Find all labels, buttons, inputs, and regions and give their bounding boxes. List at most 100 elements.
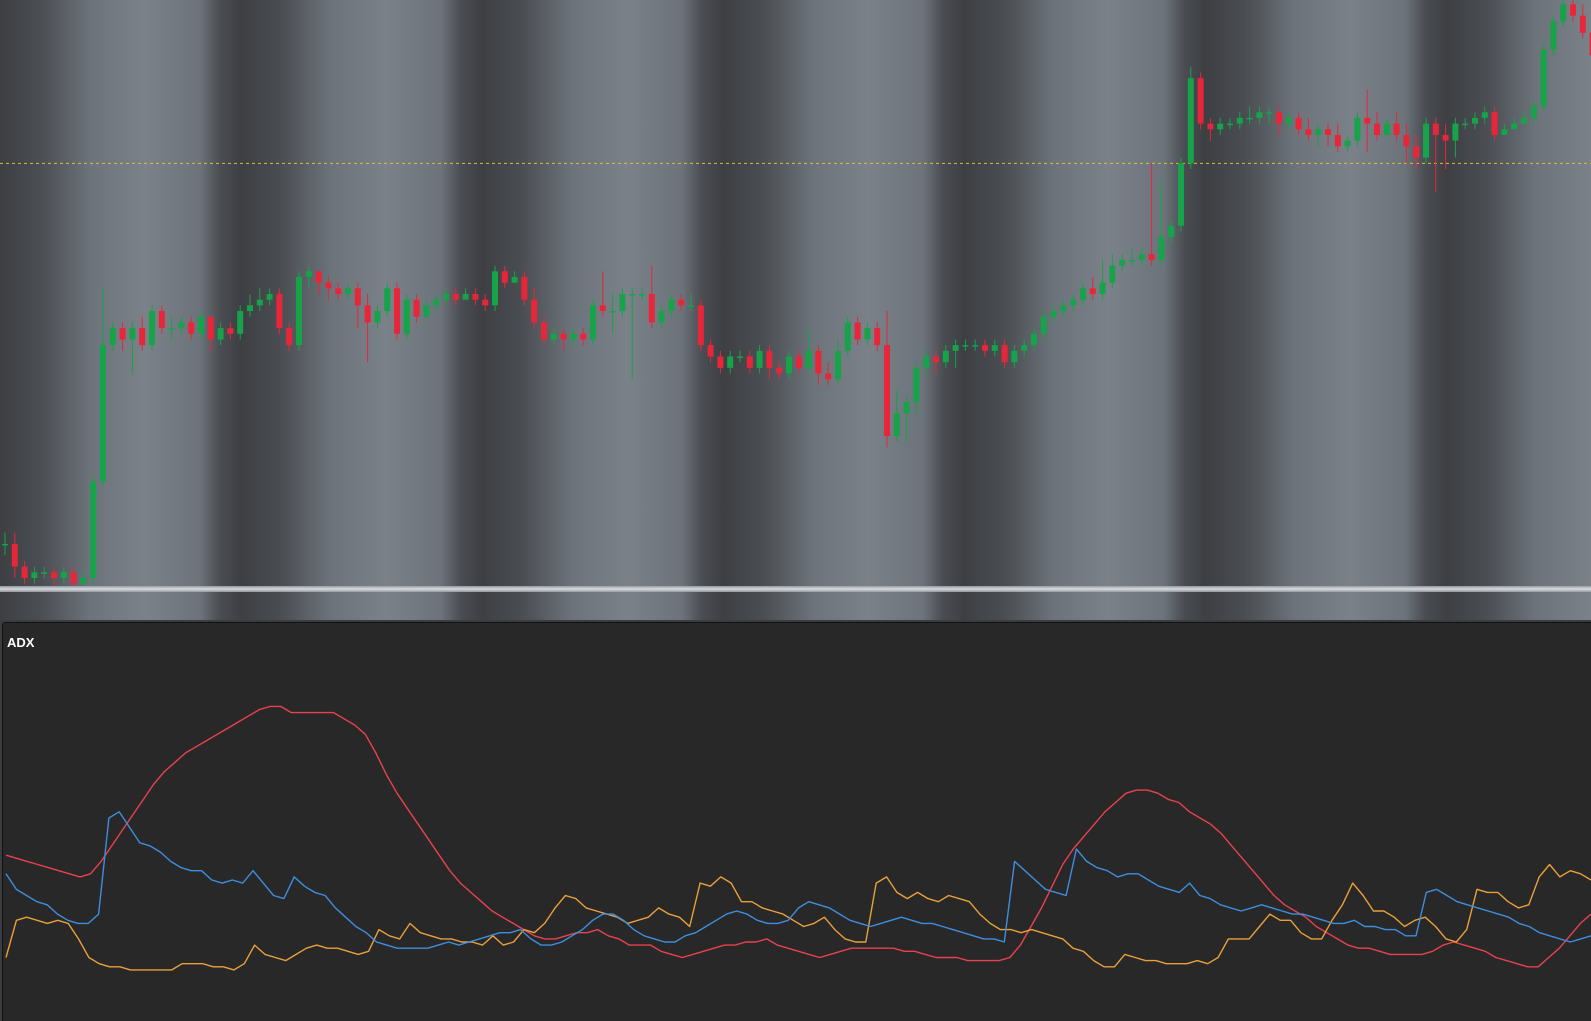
candle bbox=[119, 322, 126, 351]
candle bbox=[168, 316, 175, 340]
candle bbox=[786, 350, 792, 380]
candle bbox=[325, 276, 332, 300]
candle bbox=[658, 305, 665, 329]
price-chart-pane[interactable] bbox=[0, 0, 1591, 620]
candle bbox=[188, 316, 195, 340]
candle-body bbox=[962, 345, 969, 347]
candle bbox=[795, 350, 802, 374]
candle bbox=[472, 288, 479, 306]
candle-body bbox=[1403, 134, 1410, 147]
candle-body bbox=[1364, 117, 1371, 124]
candle-body bbox=[1452, 123, 1459, 141]
candle-body bbox=[893, 413, 900, 436]
candle bbox=[560, 328, 567, 351]
candle bbox=[1207, 117, 1214, 141]
candle bbox=[982, 339, 988, 357]
candle-body bbox=[903, 401, 910, 414]
candle-body bbox=[217, 328, 224, 340]
candle bbox=[1217, 117, 1224, 135]
candle-body bbox=[541, 322, 547, 340]
candle-body bbox=[678, 299, 685, 306]
candle bbox=[933, 350, 939, 374]
candle bbox=[1530, 100, 1537, 124]
candle bbox=[1334, 123, 1341, 152]
adx-indicator-pane[interactable]: ADX bbox=[2, 622, 1591, 1021]
candle bbox=[1550, 15, 1557, 56]
pane-divider[interactable] bbox=[0, 586, 1591, 592]
candle bbox=[1129, 248, 1135, 266]
candle-body bbox=[1148, 254, 1155, 260]
candle-body bbox=[658, 311, 665, 323]
candle bbox=[727, 350, 734, 374]
candle-body bbox=[737, 356, 743, 358]
candle bbox=[1227, 117, 1233, 130]
candle-body bbox=[305, 271, 312, 277]
candle bbox=[1393, 112, 1400, 141]
candle bbox=[590, 299, 596, 346]
candle bbox=[521, 271, 528, 306]
candle-body bbox=[580, 333, 587, 340]
candle-body bbox=[1432, 123, 1439, 135]
candle bbox=[923, 350, 930, 374]
candle-body bbox=[609, 311, 616, 313]
candle-body bbox=[266, 294, 273, 300]
candle bbox=[374, 305, 381, 329]
candle bbox=[942, 345, 949, 368]
candle bbox=[511, 271, 518, 283]
candle-body bbox=[933, 356, 939, 363]
candle-body bbox=[423, 305, 430, 317]
candle bbox=[1001, 339, 1008, 368]
candle-body bbox=[727, 356, 734, 368]
candle bbox=[109, 322, 116, 351]
candle-body bbox=[1207, 123, 1214, 130]
candle-body bbox=[1570, 4, 1576, 16]
adx-series-line-3 bbox=[5, 811, 1591, 949]
candle bbox=[609, 294, 616, 334]
candle bbox=[874, 322, 881, 351]
candle-body bbox=[168, 328, 175, 330]
candle bbox=[1383, 117, 1390, 135]
candle-body bbox=[129, 328, 136, 340]
candle-body bbox=[443, 294, 449, 300]
candle bbox=[492, 265, 498, 312]
candle-body bbox=[1266, 112, 1273, 114]
candle-body bbox=[100, 345, 106, 482]
candle-body bbox=[942, 350, 949, 363]
candle-body bbox=[629, 294, 636, 296]
candle bbox=[482, 294, 489, 312]
candle bbox=[335, 282, 342, 300]
adx-title: ADX bbox=[7, 635, 35, 650]
candle bbox=[893, 390, 900, 442]
candle bbox=[825, 362, 832, 385]
candle bbox=[805, 328, 812, 374]
candle bbox=[1305, 117, 1312, 141]
candle-body bbox=[472, 294, 479, 300]
candle bbox=[31, 566, 38, 584]
candle-body bbox=[952, 345, 959, 351]
candle-body bbox=[1109, 265, 1116, 283]
candle-body bbox=[276, 294, 283, 329]
candle-body bbox=[1511, 123, 1518, 130]
candle-body bbox=[149, 311, 155, 346]
candle-body bbox=[1070, 299, 1077, 306]
candle bbox=[217, 322, 224, 346]
candle bbox=[844, 316, 851, 357]
adx-series-line-1 bbox=[5, 705, 1591, 968]
candle-body bbox=[1472, 117, 1478, 124]
candle bbox=[648, 265, 655, 329]
candle bbox=[746, 350, 753, 374]
candle bbox=[1403, 123, 1410, 164]
candle-body bbox=[1374, 123, 1380, 135]
candle bbox=[1256, 106, 1263, 124]
candle bbox=[1236, 112, 1243, 130]
candle bbox=[697, 299, 704, 351]
candle bbox=[962, 339, 969, 351]
candle bbox=[1462, 117, 1469, 130]
candle bbox=[1158, 180, 1165, 266]
candle bbox=[1050, 305, 1057, 323]
candle-body bbox=[354, 288, 361, 306]
candle bbox=[1579, 4, 1586, 39]
candle-body bbox=[619, 294, 626, 312]
candle-body bbox=[90, 481, 97, 578]
candle-body bbox=[1442, 134, 1449, 141]
